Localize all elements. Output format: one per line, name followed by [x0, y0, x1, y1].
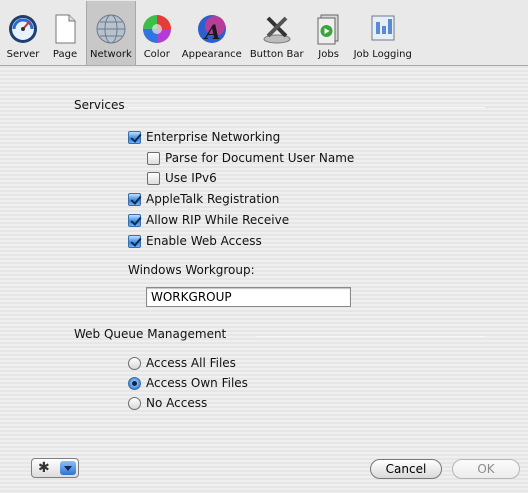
no-access-label: No Access [146, 396, 208, 410]
parse-user-name-label: Parse for Document User Name [165, 151, 355, 165]
enable-web-access-checkbox[interactable]: Enable Web Access [128, 234, 262, 248]
appearance-icon: A [197, 15, 226, 44]
use-ipv6-checkbox[interactable]: Use IPv6 [147, 171, 217, 185]
parse-user-name-checkbox[interactable]: Parse for Document User Name [147, 151, 354, 165]
toolbar-label: Page [52, 49, 78, 60]
toolbar-label: Button Bar [249, 49, 304, 60]
toolbar-label: Appearance [181, 49, 242, 60]
radio-circle[interactable] [128, 376, 141, 390]
enterprise-networking-checkbox[interactable]: Enterprise Networking [128, 130, 280, 144]
checkbox-box[interactable] [147, 151, 160, 165]
toolbar-item-button-bar[interactable]: Button Bar [246, 1, 308, 65]
toolbar-item-network[interactable]: Network [86, 1, 136, 65]
allow-rip-label: Allow RIP While Receive [146, 213, 290, 227]
windows-workgroup-label: Windows Workgroup: [128, 263, 255, 277]
toolbar-item-page[interactable]: Page [44, 1, 86, 65]
checkbox-box[interactable] [128, 192, 141, 206]
access-all-files-label: Access All Files [146, 356, 236, 370]
job-logging-icon [371, 15, 395, 41]
appletalk-registration-label: AppleTalk Registration [146, 192, 280, 206]
toolbar-label: Color [143, 49, 170, 60]
toolbar-item-color[interactable]: Color [136, 1, 178, 65]
network-icon [96, 14, 126, 44]
access-all-files-radio[interactable]: Access All Files [128, 356, 236, 370]
toolbar-label: Server [6, 49, 40, 60]
checkbox-box[interactable] [128, 234, 141, 248]
radio-circle[interactable] [128, 396, 141, 410]
checkbox-box[interactable] [147, 171, 160, 185]
use-ipv6-label: Use IPv6 [165, 171, 217, 185]
checkbox-box[interactable] [128, 130, 141, 144]
toolbar-item-appearance[interactable]: A Appearance [178, 1, 246, 65]
windows-workgroup-input[interactable] [146, 287, 351, 307]
server-icon [9, 15, 37, 43]
enable-web-access-label: Enable Web Access [146, 234, 262, 248]
action-menu-button[interactable]: ✱ [31, 458, 79, 478]
web-queue-group-title: Web Queue Management [74, 327, 227, 341]
web-queue-separator [257, 336, 485, 337]
access-own-files-label: Access Own Files [146, 376, 248, 390]
services-separator [128, 107, 485, 108]
toolbar-item-server[interactable]: Server [2, 1, 44, 65]
toolbar-label: Job Logging [353, 49, 412, 60]
preferences-toolbar: Server Page Network Color A Appearance B… [0, 0, 528, 66]
toolbar-label: Jobs [318, 49, 339, 60]
enterprise-networking-label: Enterprise Networking [146, 130, 281, 144]
svg-text:A: A [203, 20, 221, 44]
access-own-files-radio[interactable]: Access Own Files [128, 376, 248, 390]
chevron-down-icon [60, 461, 76, 475]
services-group-title: Services [74, 98, 125, 112]
no-access-radio[interactable]: No Access [128, 396, 207, 410]
cancel-button[interactable]: Cancel [370, 459, 442, 479]
toolbar-item-jobs[interactable]: Jobs [308, 1, 350, 65]
ok-button[interactable]: OK [452, 459, 520, 479]
checkbox-box[interactable] [128, 213, 141, 227]
jobs-icon [317, 14, 339, 45]
radio-circle[interactable] [128, 356, 141, 370]
button-bar-icon [263, 16, 291, 44]
toolbar-label: Network [90, 49, 132, 60]
page-icon [55, 14, 76, 44]
color-icon [142, 15, 171, 43]
gear-icon: ✱ [38, 460, 50, 476]
toolbar-item-job-logging[interactable]: Job Logging [350, 1, 416, 65]
appletalk-registration-checkbox[interactable]: AppleTalk Registration [128, 192, 279, 206]
allow-rip-checkbox[interactable]: Allow RIP While Receive [128, 213, 289, 227]
